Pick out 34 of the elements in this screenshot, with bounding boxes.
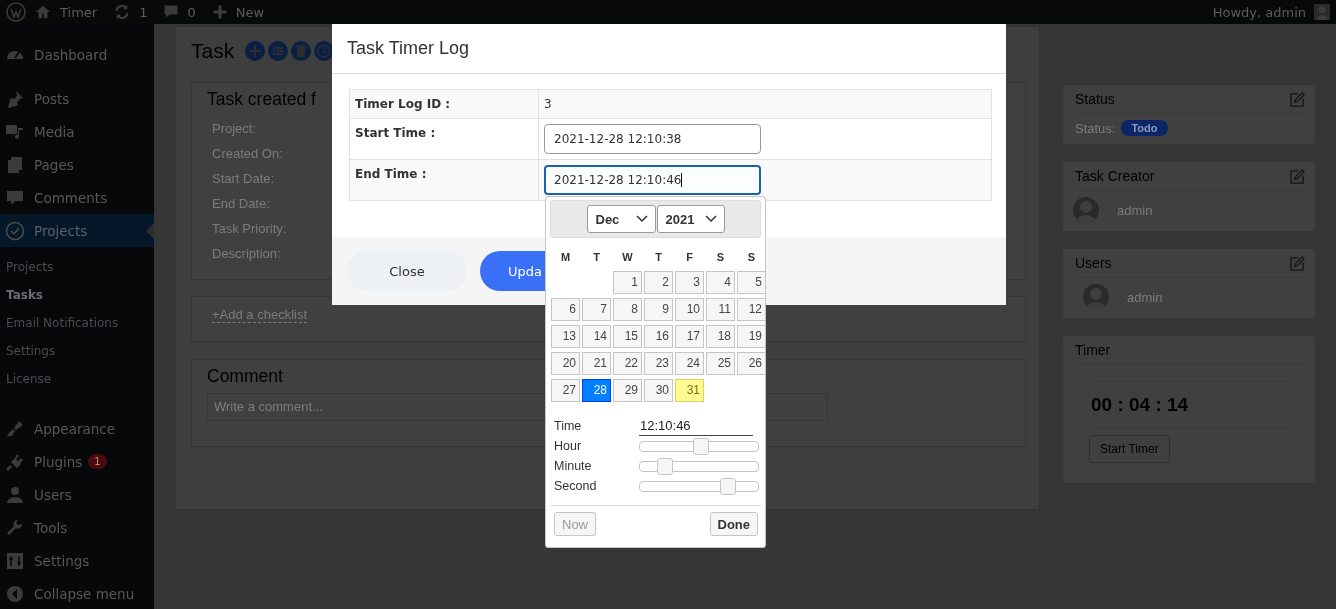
field-label: Created On: [212, 145, 283, 163]
weekday-label: T [654, 250, 663, 264]
dialog-title: Task Timer Log [347, 38, 470, 59]
row-label: Timer Log ID : [350, 90, 539, 118]
slider-label: Minute [554, 459, 593, 473]
weekday-label: S [715, 250, 726, 264]
slider-label: Hour [554, 439, 583, 453]
card-title: Task Creator [1075, 168, 1155, 184]
time-label: Time [554, 419, 583, 433]
status-label: Status: [1075, 120, 1116, 136]
field-label: Start Date: [212, 170, 275, 188]
card-title: Users [1075, 255, 1112, 271]
weekday-label: S [746, 250, 757, 264]
user-name: admin [1127, 289, 1163, 305]
status-badge: Todo [1121, 120, 1168, 136]
page-title: Task [191, 39, 235, 63]
user-name: admin [1117, 202, 1153, 218]
timer-display: 00 : 04 : 14 [1091, 381, 1287, 429]
count-badge: 1 [88, 454, 107, 469]
weekday-label: M [559, 250, 572, 264]
field-label: Project: [212, 120, 257, 138]
row-label: End Time : [350, 160, 539, 200]
comment-title: Comment [207, 366, 283, 387]
weekday-label: F [685, 250, 694, 264]
row-value: 3 [544, 97, 552, 111]
field-label: End Date: [212, 195, 270, 213]
field-label: Task Priority: [212, 220, 287, 238]
card-title: Status [1075, 91, 1115, 107]
card-title: Timer [1075, 342, 1111, 358]
field-label: Description: [212, 245, 281, 263]
weekday-label: T [592, 250, 601, 264]
weekday-label: W [621, 250, 634, 264]
slider-label: Second [554, 479, 598, 493]
task-title: Task created f [207, 89, 316, 110]
